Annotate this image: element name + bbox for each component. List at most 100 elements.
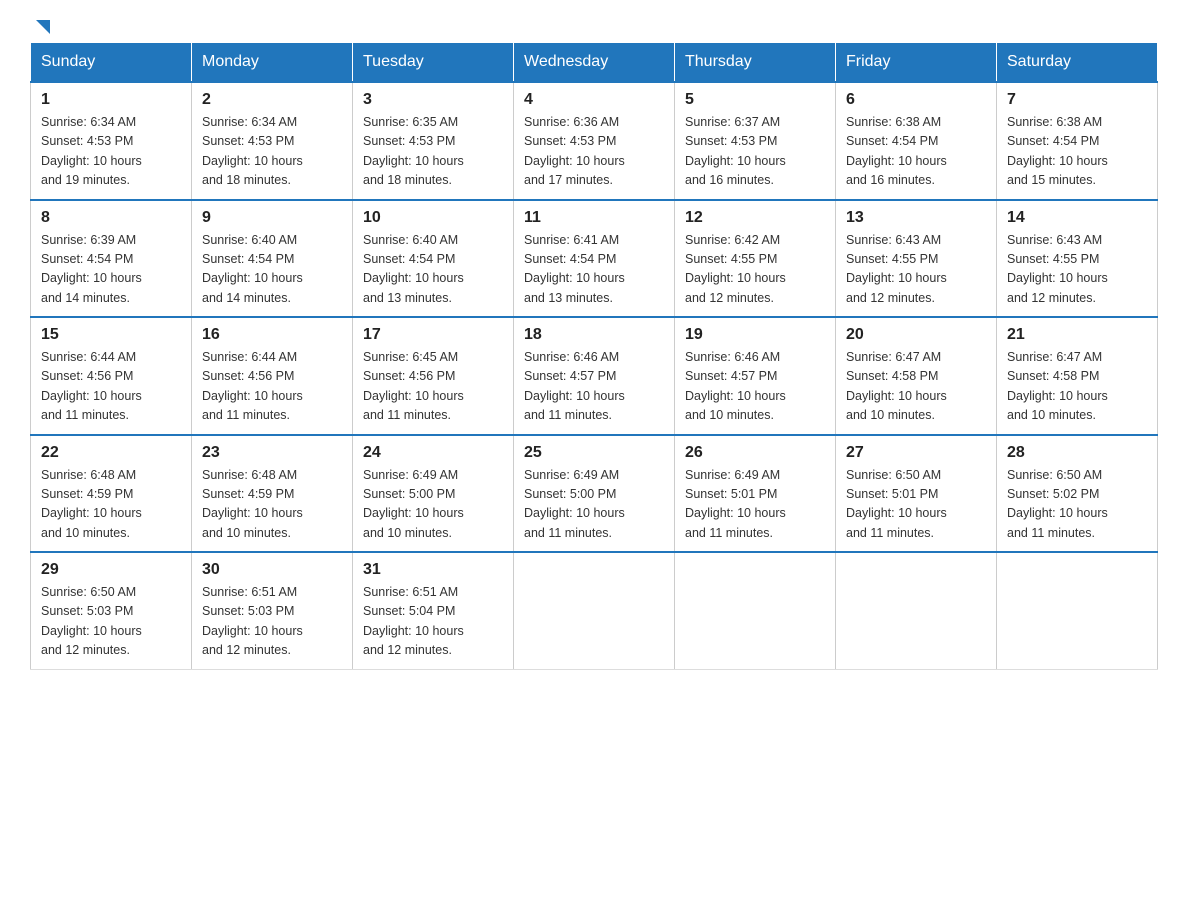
calendar-table: SundayMondayTuesdayWednesdayThursdayFrid… bbox=[30, 42, 1158, 670]
day-number: 21 bbox=[1007, 326, 1147, 344]
day-number: 9 bbox=[202, 209, 342, 227]
calendar-cell: 3 Sunrise: 6:35 AM Sunset: 4:53 PM Dayli… bbox=[353, 82, 514, 200]
day-info: Sunrise: 6:34 AM Sunset: 4:53 PM Dayligh… bbox=[202, 113, 342, 191]
calendar-cell: 5 Sunrise: 6:37 AM Sunset: 4:53 PM Dayli… bbox=[675, 82, 836, 200]
calendar-cell: 23 Sunrise: 6:48 AM Sunset: 4:59 PM Dayl… bbox=[192, 435, 353, 553]
day-info: Sunrise: 6:35 AM Sunset: 4:53 PM Dayligh… bbox=[363, 113, 503, 191]
day-info: Sunrise: 6:42 AM Sunset: 4:55 PM Dayligh… bbox=[685, 231, 825, 309]
calendar-cell: 4 Sunrise: 6:36 AM Sunset: 4:53 PM Dayli… bbox=[514, 82, 675, 200]
calendar-cell: 1 Sunrise: 6:34 AM Sunset: 4:53 PM Dayli… bbox=[31, 82, 192, 200]
calendar-cell: 28 Sunrise: 6:50 AM Sunset: 5:02 PM Dayl… bbox=[997, 435, 1158, 553]
day-number: 23 bbox=[202, 444, 342, 462]
calendar-cell: 24 Sunrise: 6:49 AM Sunset: 5:00 PM Dayl… bbox=[353, 435, 514, 553]
day-number: 18 bbox=[524, 326, 664, 344]
day-number: 14 bbox=[1007, 209, 1147, 227]
calendar-cell: 16 Sunrise: 6:44 AM Sunset: 4:56 PM Dayl… bbox=[192, 317, 353, 435]
day-info: Sunrise: 6:49 AM Sunset: 5:00 PM Dayligh… bbox=[524, 466, 664, 544]
header-monday: Monday bbox=[192, 43, 353, 83]
calendar-cell bbox=[997, 552, 1158, 669]
day-info: Sunrise: 6:46 AM Sunset: 4:57 PM Dayligh… bbox=[685, 348, 825, 426]
calendar-cell bbox=[836, 552, 997, 669]
day-number: 28 bbox=[1007, 444, 1147, 462]
logo bbox=[30, 20, 54, 32]
calendar-cell: 13 Sunrise: 6:43 AM Sunset: 4:55 PM Dayl… bbox=[836, 200, 997, 318]
day-number: 8 bbox=[41, 209, 181, 227]
day-info: Sunrise: 6:38 AM Sunset: 4:54 PM Dayligh… bbox=[846, 113, 986, 191]
day-number: 1 bbox=[41, 91, 181, 109]
day-info: Sunrise: 6:50 AM Sunset: 5:03 PM Dayligh… bbox=[41, 583, 181, 661]
day-number: 31 bbox=[363, 561, 503, 579]
calendar-cell: 18 Sunrise: 6:46 AM Sunset: 4:57 PM Dayl… bbox=[514, 317, 675, 435]
calendar-cell: 9 Sunrise: 6:40 AM Sunset: 4:54 PM Dayli… bbox=[192, 200, 353, 318]
day-info: Sunrise: 6:49 AM Sunset: 5:00 PM Dayligh… bbox=[363, 466, 503, 544]
day-number: 27 bbox=[846, 444, 986, 462]
day-number: 2 bbox=[202, 91, 342, 109]
day-info: Sunrise: 6:50 AM Sunset: 5:02 PM Dayligh… bbox=[1007, 466, 1147, 544]
calendar-week-3: 15 Sunrise: 6:44 AM Sunset: 4:56 PM Dayl… bbox=[31, 317, 1158, 435]
day-info: Sunrise: 6:47 AM Sunset: 4:58 PM Dayligh… bbox=[846, 348, 986, 426]
day-info: Sunrise: 6:43 AM Sunset: 4:55 PM Dayligh… bbox=[846, 231, 986, 309]
page-header bbox=[30, 20, 1158, 32]
day-info: Sunrise: 6:41 AM Sunset: 4:54 PM Dayligh… bbox=[524, 231, 664, 309]
calendar-cell: 22 Sunrise: 6:48 AM Sunset: 4:59 PM Dayl… bbox=[31, 435, 192, 553]
day-number: 19 bbox=[685, 326, 825, 344]
day-info: Sunrise: 6:46 AM Sunset: 4:57 PM Dayligh… bbox=[524, 348, 664, 426]
day-number: 15 bbox=[41, 326, 181, 344]
calendar-cell bbox=[514, 552, 675, 669]
day-info: Sunrise: 6:37 AM Sunset: 4:53 PM Dayligh… bbox=[685, 113, 825, 191]
calendar-cell: 25 Sunrise: 6:49 AM Sunset: 5:00 PM Dayl… bbox=[514, 435, 675, 553]
calendar-week-4: 22 Sunrise: 6:48 AM Sunset: 4:59 PM Dayl… bbox=[31, 435, 1158, 553]
calendar-week-2: 8 Sunrise: 6:39 AM Sunset: 4:54 PM Dayli… bbox=[31, 200, 1158, 318]
day-info: Sunrise: 6:34 AM Sunset: 4:53 PM Dayligh… bbox=[41, 113, 181, 191]
day-info: Sunrise: 6:43 AM Sunset: 4:55 PM Dayligh… bbox=[1007, 231, 1147, 309]
day-info: Sunrise: 6:44 AM Sunset: 4:56 PM Dayligh… bbox=[202, 348, 342, 426]
calendar-cell: 10 Sunrise: 6:40 AM Sunset: 4:54 PM Dayl… bbox=[353, 200, 514, 318]
day-number: 20 bbox=[846, 326, 986, 344]
calendar-cell: 2 Sunrise: 6:34 AM Sunset: 4:53 PM Dayli… bbox=[192, 82, 353, 200]
day-info: Sunrise: 6:36 AM Sunset: 4:53 PM Dayligh… bbox=[524, 113, 664, 191]
day-number: 24 bbox=[363, 444, 503, 462]
day-info: Sunrise: 6:51 AM Sunset: 5:03 PM Dayligh… bbox=[202, 583, 342, 661]
header-thursday: Thursday bbox=[675, 43, 836, 83]
day-number: 7 bbox=[1007, 91, 1147, 109]
day-number: 29 bbox=[41, 561, 181, 579]
header-sunday: Sunday bbox=[31, 43, 192, 83]
day-info: Sunrise: 6:44 AM Sunset: 4:56 PM Dayligh… bbox=[41, 348, 181, 426]
day-info: Sunrise: 6:40 AM Sunset: 4:54 PM Dayligh… bbox=[202, 231, 342, 309]
day-number: 17 bbox=[363, 326, 503, 344]
calendar-cell: 6 Sunrise: 6:38 AM Sunset: 4:54 PM Dayli… bbox=[836, 82, 997, 200]
day-number: 13 bbox=[846, 209, 986, 227]
day-info: Sunrise: 6:51 AM Sunset: 5:04 PM Dayligh… bbox=[363, 583, 503, 661]
calendar-cell bbox=[675, 552, 836, 669]
day-number: 30 bbox=[202, 561, 342, 579]
calendar-cell: 15 Sunrise: 6:44 AM Sunset: 4:56 PM Dayl… bbox=[31, 317, 192, 435]
header-wednesday: Wednesday bbox=[514, 43, 675, 83]
day-number: 4 bbox=[524, 91, 664, 109]
calendar-cell: 12 Sunrise: 6:42 AM Sunset: 4:55 PM Dayl… bbox=[675, 200, 836, 318]
calendar-week-5: 29 Sunrise: 6:50 AM Sunset: 5:03 PM Dayl… bbox=[31, 552, 1158, 669]
calendar-cell: 20 Sunrise: 6:47 AM Sunset: 4:58 PM Dayl… bbox=[836, 317, 997, 435]
calendar-cell: 19 Sunrise: 6:46 AM Sunset: 4:57 PM Dayl… bbox=[675, 317, 836, 435]
logo-arrow-icon bbox=[32, 16, 54, 38]
day-number: 5 bbox=[685, 91, 825, 109]
calendar-cell: 17 Sunrise: 6:45 AM Sunset: 4:56 PM Dayl… bbox=[353, 317, 514, 435]
day-number: 11 bbox=[524, 209, 664, 227]
day-number: 3 bbox=[363, 91, 503, 109]
day-info: Sunrise: 6:45 AM Sunset: 4:56 PM Dayligh… bbox=[363, 348, 503, 426]
header-tuesday: Tuesday bbox=[353, 43, 514, 83]
day-info: Sunrise: 6:40 AM Sunset: 4:54 PM Dayligh… bbox=[363, 231, 503, 309]
day-info: Sunrise: 6:48 AM Sunset: 4:59 PM Dayligh… bbox=[41, 466, 181, 544]
header-saturday: Saturday bbox=[997, 43, 1158, 83]
day-info: Sunrise: 6:48 AM Sunset: 4:59 PM Dayligh… bbox=[202, 466, 342, 544]
calendar-cell: 26 Sunrise: 6:49 AM Sunset: 5:01 PM Dayl… bbox=[675, 435, 836, 553]
calendar-cell: 14 Sunrise: 6:43 AM Sunset: 4:55 PM Dayl… bbox=[997, 200, 1158, 318]
day-info: Sunrise: 6:50 AM Sunset: 5:01 PM Dayligh… bbox=[846, 466, 986, 544]
day-number: 16 bbox=[202, 326, 342, 344]
day-info: Sunrise: 6:39 AM Sunset: 4:54 PM Dayligh… bbox=[41, 231, 181, 309]
header-friday: Friday bbox=[836, 43, 997, 83]
calendar-header-row: SundayMondayTuesdayWednesdayThursdayFrid… bbox=[31, 43, 1158, 83]
calendar-cell: 7 Sunrise: 6:38 AM Sunset: 4:54 PM Dayli… bbox=[997, 82, 1158, 200]
day-number: 26 bbox=[685, 444, 825, 462]
day-number: 22 bbox=[41, 444, 181, 462]
calendar-cell: 31 Sunrise: 6:51 AM Sunset: 5:04 PM Dayl… bbox=[353, 552, 514, 669]
